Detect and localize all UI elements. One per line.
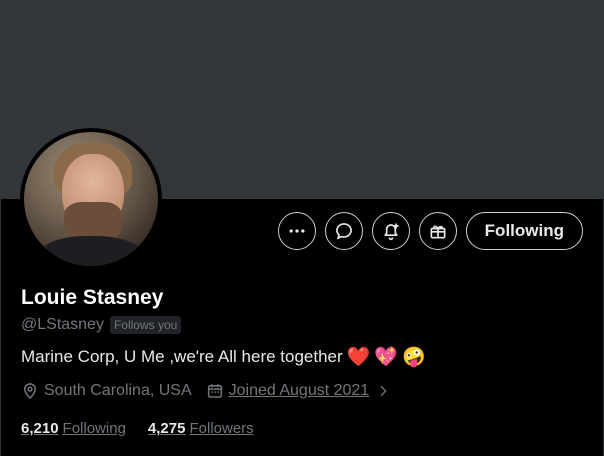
bio: Marine Corp, U Me ,we're All here togeth… — [21, 347, 426, 367]
joined-date-link[interactable]: Joined August 2021 — [229, 382, 370, 400]
user-handle: @LStasney — [21, 316, 104, 333]
notifications-button[interactable] — [371, 212, 410, 250]
message-button[interactable] — [324, 212, 363, 250]
more-dots-icon — [289, 229, 305, 233]
bell-plus-icon — [384, 223, 399, 241]
following-count-link[interactable]: 6,210 Following — [21, 420, 126, 437]
chevron-right-icon[interactable] — [375, 383, 391, 399]
gift-button[interactable] — [418, 212, 457, 250]
bio-text: Marine Corp, U Me ,we're All here togeth… — [21, 347, 343, 366]
display-name: Louie Stasney — [21, 286, 164, 309]
profile-meta: South Carolina, USA Joined August 2021 — [21, 382, 410, 400]
gift-icon — [430, 225, 446, 239]
follow-stats: 6,210 Following 4,275 Followers — [21, 420, 254, 437]
avatar[interactable] — [24, 132, 158, 266]
more-button[interactable] — [277, 212, 316, 250]
avatar-shirt — [36, 236, 146, 266]
follows-you-badge: Follows you — [109, 316, 182, 334]
location-pin-icon — [23, 383, 37, 400]
location-text: South Carolina, USA — [44, 382, 192, 399]
following-button[interactable]: Following — [465, 212, 583, 250]
sparkling-heart-emoji: 💖 — [374, 346, 399, 368]
zany-face-emoji: 🤪 — [402, 346, 426, 368]
joined-item[interactable]: Joined August 2021 — [206, 382, 397, 400]
heart-emoji: ❤️ — [346, 346, 371, 368]
followers-label: Followers — [189, 420, 254, 437]
following-count: 6,210 — [21, 420, 59, 437]
followers-count-link[interactable]: 4,275 Followers — [148, 420, 254, 437]
message-bubble-icon — [335, 223, 352, 240]
handle-row: @LStasney Follows you — [21, 316, 182, 334]
profile-actions: Following — [277, 212, 583, 250]
location-item: South Carolina, USA — [21, 382, 192, 400]
calendar-icon — [207, 384, 222, 398]
following-label: Following — [62, 420, 126, 437]
avatar-ring — [20, 128, 162, 270]
followers-count: 4,275 — [147, 420, 186, 437]
